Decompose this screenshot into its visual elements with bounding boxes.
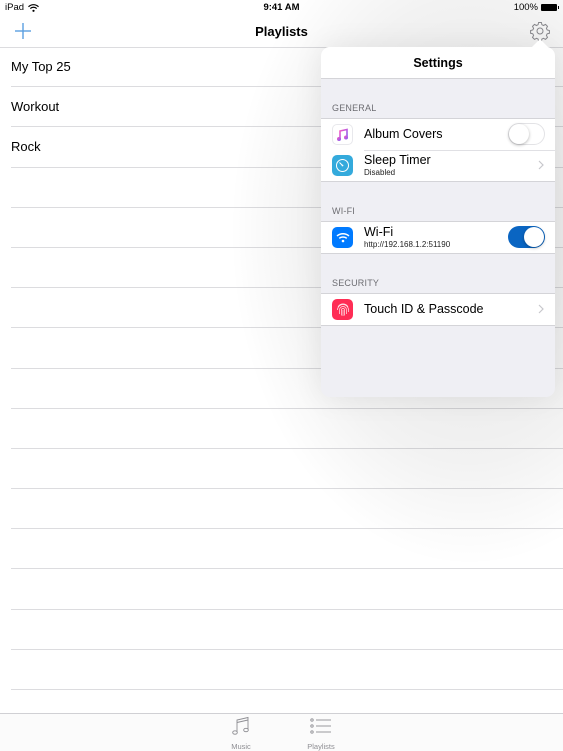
gear-icon	[530, 22, 550, 42]
tab-playlists[interactable]: Playlists	[296, 716, 346, 751]
settings-group-security: Touch ID & Passcode	[321, 293, 555, 326]
setting-title: Wi-Fi	[364, 225, 394, 239]
popover-title: Settings	[413, 56, 463, 70]
empty-row	[0, 650, 563, 690]
clock: 9:41 AM	[263, 2, 300, 13]
wifi-icon	[332, 227, 353, 248]
empty-row	[0, 489, 563, 530]
tab-bar: Music Playlists	[0, 713, 563, 751]
setting-wifi: Wi-Fi http://192.168.1.2:51190	[321, 222, 555, 253]
setting-sleep-timer[interactable]: Sleep Timer Disabled	[321, 150, 555, 181]
setting-touch-id[interactable]: Touch ID & Passcode	[321, 294, 555, 325]
section-header-general: GENERAL	[332, 103, 377, 113]
section-header-security: SECURITY	[332, 278, 380, 288]
battery-percent: 100%	[513, 2, 538, 13]
status-bar: iPad 9:41 AM 100%	[0, 0, 563, 15]
setting-album-covers: Album Covers	[321, 119, 555, 150]
fingerprint-icon	[332, 299, 353, 320]
playlist-name: Workout	[11, 99, 60, 115]
wifi-server-url: http://192.168.1.2:51190	[364, 240, 451, 249]
music-note-icon	[232, 716, 249, 735]
playlist-name: My Top 25	[11, 59, 71, 74]
wifi-toggle[interactable]	[508, 226, 545, 248]
settings-group-wifi: Wi-Fi http://192.168.1.2:51190	[321, 221, 555, 254]
chevron-right-icon	[538, 304, 544, 314]
settings-popover: Settings GENERAL Album Covers Sleep Time…	[321, 47, 555, 397]
setting-title: Sleep Timer	[364, 153, 431, 167]
empty-row	[0, 529, 563, 570]
tab-music[interactable]: Music	[216, 716, 266, 751]
toggle-knob	[524, 227, 544, 247]
empty-row	[0, 449, 563, 490]
setting-title: Touch ID & Passcode	[364, 302, 484, 316]
empty-row	[0, 569, 563, 610]
page-title: Playlists	[255, 24, 308, 39]
popover-arrow	[531, 39, 549, 48]
empty-row	[0, 409, 563, 449]
battery-icon	[541, 4, 559, 11]
setting-subtitle: Disabled	[364, 168, 396, 177]
settings-button[interactable]	[530, 21, 550, 42]
navigation-bar: Playlists	[0, 15, 563, 47]
setting-title: Album Covers	[364, 127, 443, 141]
music-app-icon	[332, 124, 353, 145]
album-covers-toggle[interactable]	[508, 123, 545, 145]
section-header-wifi: WI-FI	[332, 206, 355, 216]
popover-header: Settings	[321, 47, 555, 79]
timer-icon	[332, 155, 353, 176]
settings-group-general: Album Covers Sleep Timer Disabled	[321, 118, 555, 182]
chevron-right-icon	[538, 160, 544, 170]
playlist-name: Rock	[11, 139, 41, 155]
toggle-knob	[509, 124, 529, 144]
battery-status: 100%	[513, 2, 559, 13]
empty-row	[0, 610, 563, 650]
list-icon	[310, 718, 331, 734]
